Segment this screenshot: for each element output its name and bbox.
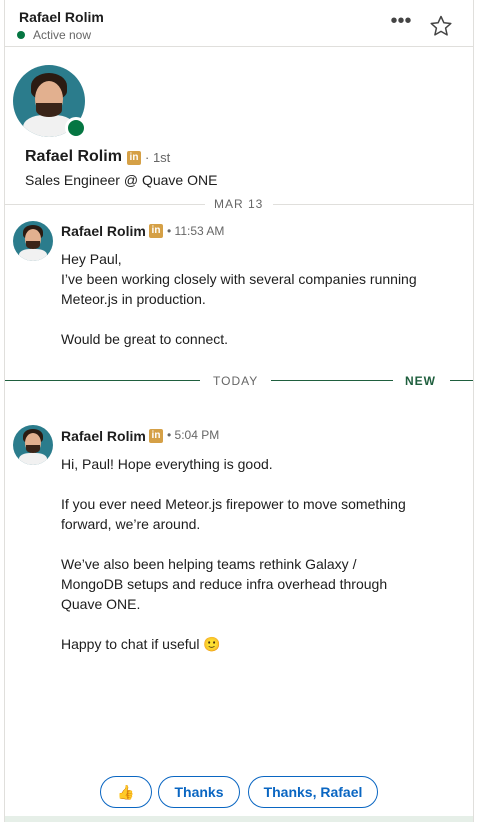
conversation-panel: Rafael Rolim Active now ••• Rafael Rolim… xyxy=(4,0,474,822)
linkedin-premium-icon: in xyxy=(149,429,163,443)
sender-avatar[interactable] xyxy=(13,425,53,465)
message-sender-name[interactable]: Rafael Rolim xyxy=(61,223,146,239)
new-divider-line-right xyxy=(450,380,473,381)
today-divider-line-left xyxy=(5,380,200,381)
conversation-header: Rafael Rolim Active now ••• xyxy=(5,0,473,47)
connection-degree: · 1st xyxy=(145,150,171,165)
linkedin-premium-icon: in xyxy=(149,224,163,238)
today-divider-line-mid xyxy=(271,380,393,381)
sender-avatar[interactable] xyxy=(13,221,53,261)
message-timestamp: • 5:04 PM xyxy=(167,428,220,442)
today-divider: TODAY xyxy=(213,374,259,388)
header-contact-name[interactable]: Rafael Rolim xyxy=(19,9,104,25)
profile-headline: Sales Engineer @ Quave ONE xyxy=(25,172,218,188)
more-options-button[interactable]: ••• xyxy=(387,11,415,36)
date-divider-line-right xyxy=(273,204,473,205)
star-icon[interactable] xyxy=(429,14,453,38)
quick-reply-thumbs-up-button[interactable]: 👍 xyxy=(100,776,152,808)
online-status-icon xyxy=(17,31,25,39)
quick-reply-thanks-button[interactable]: Thanks xyxy=(158,776,240,808)
message-body: Hi, Paul! Hope everything is good. If yo… xyxy=(61,456,406,652)
date-divider-line-left xyxy=(5,204,205,205)
profile-online-indicator xyxy=(65,117,87,139)
date-divider: MAR 13 xyxy=(214,197,264,211)
header-status-text: Active now xyxy=(33,28,92,42)
message-sender-name[interactable]: Rafael Rolim xyxy=(61,428,146,444)
new-messages-label: NEW xyxy=(405,374,436,388)
message-body: Hey Paul, I’ve been working closely with… xyxy=(61,251,417,347)
profile-name[interactable]: Rafael Rolim xyxy=(25,148,122,166)
composer-edge xyxy=(5,816,473,822)
linkedin-premium-icon: in xyxy=(127,151,141,165)
message-timestamp: • 11:53 AM xyxy=(167,224,225,238)
quick-reply-thanks-rafael-button[interactable]: Thanks, Rafael xyxy=(248,776,378,808)
